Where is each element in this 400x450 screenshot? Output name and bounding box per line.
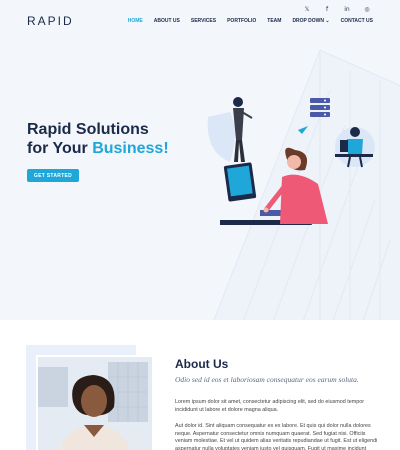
nav-team[interactable]: TEAM bbox=[267, 18, 281, 24]
about-paragraph-1: Lorem ipsum dolor sit amet, consectetur … bbox=[175, 399, 365, 413]
nav-services[interactable]: SERVICES bbox=[191, 18, 216, 24]
facebook-icon[interactable]: f bbox=[322, 6, 332, 13]
server-icon bbox=[310, 98, 330, 117]
about-title: About Us bbox=[175, 357, 229, 371]
nav-contact[interactable]: CONTACT US bbox=[341, 18, 373, 24]
social-links: 𝕏 f in ◎ bbox=[302, 6, 372, 13]
nav-home[interactable]: HOME bbox=[128, 18, 143, 24]
instagram-icon[interactable]: ◎ bbox=[362, 6, 372, 13]
seated-person-figure bbox=[335, 127, 375, 168]
twitter-icon[interactable]: 𝕏 bbox=[302, 6, 312, 13]
linkedin-icon[interactable]: in bbox=[342, 6, 352, 13]
nav-dropdown[interactable]: DROP DOWN ⌄ bbox=[292, 18, 329, 24]
about-subtitle: Odio sed id eos et laboriosam consequatu… bbox=[175, 375, 359, 384]
hero-title-line1: Rapid Solutions bbox=[27, 121, 149, 138]
main-nav: HOME ABOUT US SERVICES PORTFOLIO TEAM DR… bbox=[128, 18, 373, 24]
nav-portfolio[interactable]: PORTFOLIO bbox=[227, 18, 256, 24]
nav-about[interactable]: ABOUT US bbox=[154, 18, 180, 24]
hero-title-accent: Business! bbox=[92, 140, 169, 157]
get-started-button[interactable]: GET STARTED bbox=[27, 169, 79, 182]
hero-illustration bbox=[207, 97, 375, 225]
about-photo bbox=[36, 355, 154, 450]
hero-title: Rapid Solutions for Your Business! bbox=[27, 120, 169, 158]
portrait-image bbox=[38, 357, 152, 450]
hero-section: 𝕏 f in ◎ RAPID HOME ABOUT US SERVICES PO… bbox=[0, 0, 400, 320]
site-logo[interactable]: RAPID bbox=[27, 14, 74, 28]
about-paragraph-2: Aut dolor id. Sint aliquam consequatur e… bbox=[175, 423, 378, 450]
hero-title-line2: for Your bbox=[27, 140, 93, 157]
leaf-shape bbox=[207, 112, 235, 162]
standing-person-figure bbox=[233, 97, 253, 162]
paper-plane-icon bbox=[298, 126, 308, 134]
